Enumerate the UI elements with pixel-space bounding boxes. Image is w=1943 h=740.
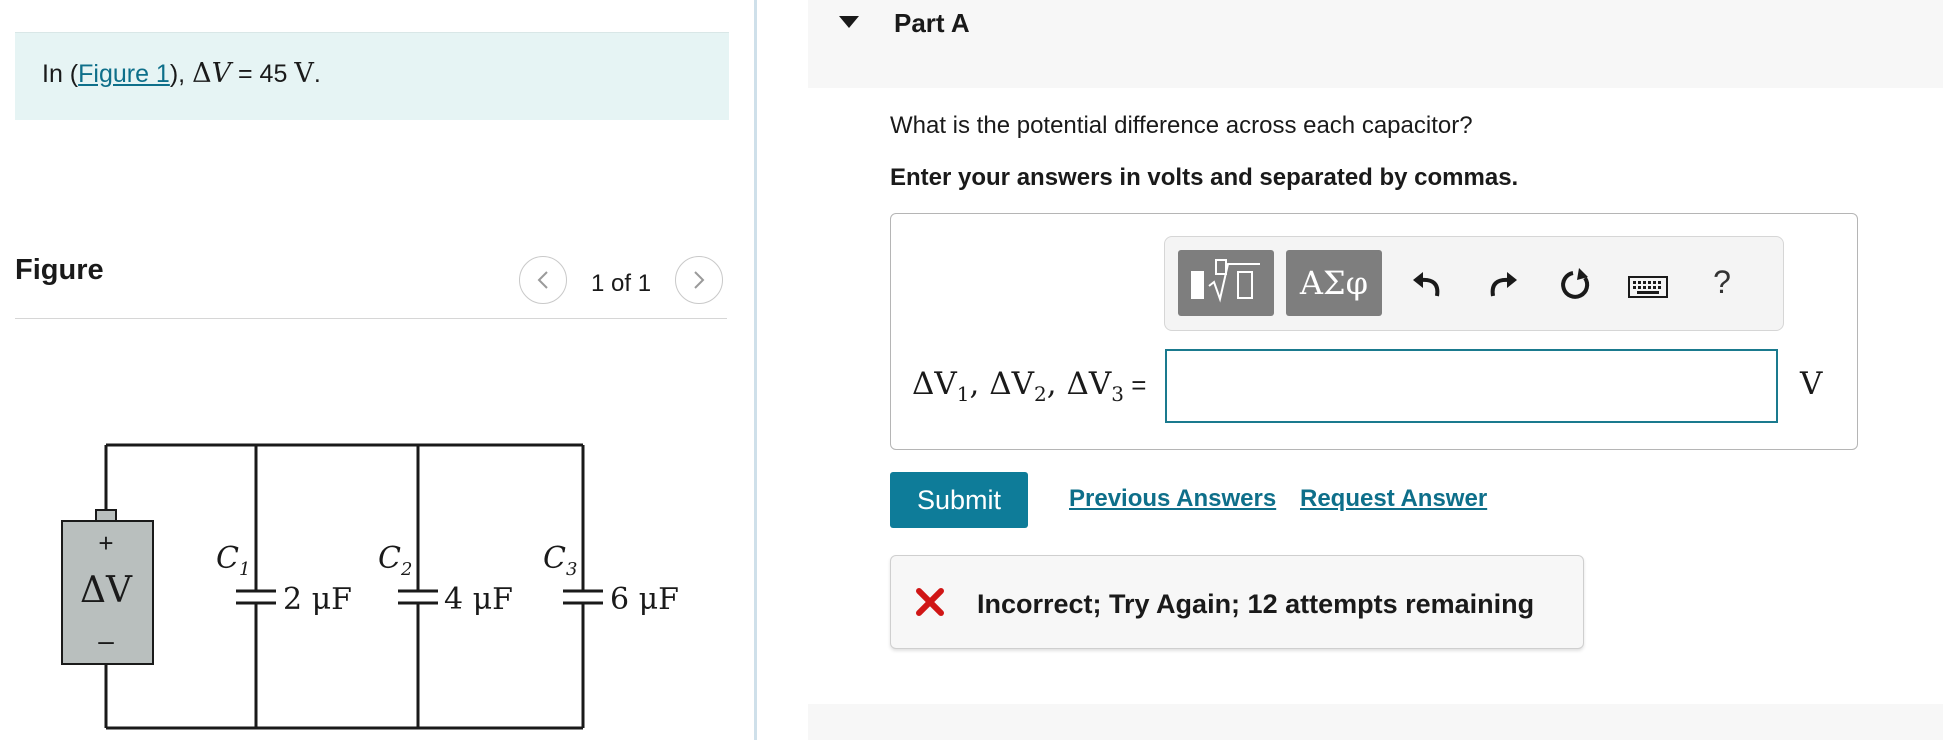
figure-pager-text: 1 of 1 (591, 270, 652, 297)
undo-button[interactable] (1407, 263, 1447, 303)
caret-down-icon[interactable] (838, 14, 860, 30)
panel-divider[interactable] (754, 0, 757, 740)
figure-heading: Figure (15, 254, 104, 286)
previous-answers-link[interactable]: Previous Answers (1069, 485, 1276, 513)
templates-button[interactable] (1178, 250, 1274, 316)
voltage-variable: V (211, 58, 232, 89)
previous-figure-button[interactable] (519, 256, 567, 304)
chevron-left-icon (537, 271, 548, 289)
battery-terminal (95, 509, 117, 522)
symbols-button[interactable]: ΑΣφ (1286, 250, 1382, 316)
capacitor-1-value: 2 μF (283, 582, 352, 617)
problem-prefix: In ( (42, 60, 79, 88)
battery-plus-sign: + (98, 528, 113, 558)
instruction-text: Enter your answers in volts and separate… (890, 164, 1519, 191)
problem-statement: In (Figure 1), ΔV = 45 V. (42, 58, 321, 89)
templates-icon (1191, 259, 1260, 303)
capacitor-2-label: C2 (378, 541, 412, 580)
request-answer-link[interactable]: Request Answer (1300, 485, 1487, 513)
figure-link[interactable]: Figure 1 (78, 60, 170, 88)
reset-icon (1561, 268, 1590, 299)
undo-icon (1413, 272, 1440, 297)
part-header[interactable] (808, 0, 1943, 88)
figure-divider (15, 318, 727, 319)
error-x-icon (916, 588, 944, 616)
voltage-unit: V (294, 58, 314, 89)
redo-icon (1490, 272, 1517, 297)
period: . (313, 60, 321, 88)
keyboard-button[interactable] (1628, 267, 1668, 307)
keyboard-icon (1628, 276, 1668, 298)
delta-symbol: Δ (192, 58, 212, 89)
unit-label: V (1800, 366, 1823, 402)
reset-button[interactable] (1556, 265, 1596, 305)
feedback-text: Incorrect; Try Again; 12 attempts remain… (977, 589, 1535, 619)
capacitor-1-label: C1 (216, 541, 250, 580)
help-button[interactable]: ? (1702, 262, 1742, 302)
battery-minus-sign: – (98, 625, 114, 656)
problem-suffix: ), (169, 60, 193, 88)
part-title: Part A (894, 8, 970, 38)
chevron-right-icon (694, 271, 705, 289)
answer-equation-label: ΔV1, ΔV2, ΔV3 = (912, 366, 1147, 407)
capacitor-3-label: C3 (543, 541, 577, 580)
circuit-diagram: + ΔV – C1 2 μF C2 4 μF C3 6 μF (61, 443, 679, 730)
question-text: What is the potential difference across … (890, 112, 1473, 139)
next-figure-button[interactable] (675, 256, 723, 304)
redo-button[interactable] (1483, 263, 1523, 303)
battery-label: ΔV (80, 570, 133, 611)
answer-input[interactable] (1165, 349, 1778, 423)
capacitor-3-value: 6 μF (610, 582, 679, 617)
capacitor-2-value: 4 μF (444, 582, 513, 617)
next-part-header[interactable] (808, 704, 1943, 740)
submit-button[interactable]: Submit (890, 472, 1028, 528)
equals-value: = 45 (231, 60, 295, 88)
